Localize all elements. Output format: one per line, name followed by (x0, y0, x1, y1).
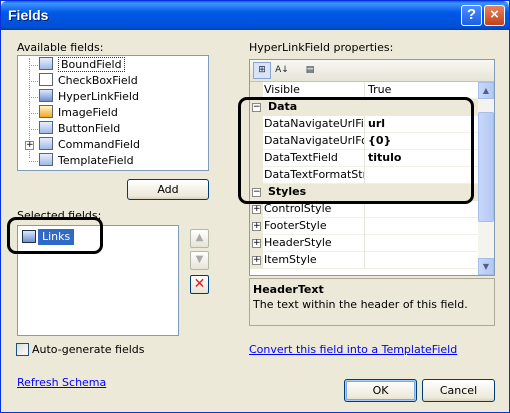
categorized-icon[interactable]: ⊞ (253, 62, 271, 79)
properties-label: HyperLinkField properties: (249, 41, 394, 54)
tree-guide-line (29, 161, 38, 162)
tree-guide-line (29, 129, 38, 130)
move-up-button[interactable]: ▲ (190, 229, 209, 248)
property-name: HeaderStyle (264, 236, 332, 249)
tree-item-templatefield[interactable]: TemplateField (39, 153, 134, 169)
tree-item-commandfield[interactable]: CommandField (39, 137, 140, 153)
property-row-footerstyle[interactable]: + FooterStyle (250, 218, 478, 235)
tree-guide-line (29, 113, 38, 114)
available-fields-tree[interactable]: BoundField CheckBoxField HyperLinkField … (17, 55, 209, 171)
cancel-button[interactable]: Cancel (422, 379, 495, 402)
property-grid-scrollbar[interactable]: ▲ ▼ (478, 82, 494, 275)
tree-guide-line (29, 65, 38, 66)
highlight-annotation (238, 97, 474, 204)
tree-item-checkboxfield[interactable]: CheckBoxField (39, 73, 138, 89)
description-text: The text within the header of this field… (253, 298, 468, 311)
ok-button[interactable]: OK (344, 379, 417, 402)
property-pages-icon[interactable]: ▤ (301, 62, 319, 79)
command-field-icon (39, 137, 53, 150)
expand-plus-icon[interactable]: + (252, 239, 261, 248)
expand-plus-icon[interactable]: + (252, 256, 261, 265)
scroll-thumb[interactable] (478, 112, 494, 222)
bound-field-icon (39, 57, 53, 70)
property-row-headerstyle[interactable]: + HeaderStyle (250, 235, 478, 252)
alphabetical-icon[interactable]: A↓ (273, 62, 291, 79)
delete-button[interactable]: ✕ (190, 275, 209, 294)
property-description-panel: HeaderText The text within the header of… (249, 278, 495, 326)
property-name: Visible (264, 83, 300, 96)
tree-item-imagefield[interactable]: ImageField (39, 105, 118, 121)
refresh-schema-link[interactable]: Refresh Schema (17, 376, 106, 389)
tree-item-hyperlinkfield[interactable]: HyperLinkField (39, 89, 139, 105)
property-name: ItemStyle (264, 253, 317, 266)
column-divider (364, 252, 365, 269)
convert-template-link[interactable]: Convert this field into a TemplateField (249, 343, 457, 356)
property-row-itemstyle[interactable]: + ItemStyle (250, 252, 478, 269)
move-down-button[interactable]: ▼ (190, 251, 209, 270)
tree-guide-line (29, 81, 38, 82)
scroll-down-icon[interactable]: ▼ (478, 258, 494, 275)
title-bar[interactable]: Fields ? × (1, 1, 509, 30)
expand-plus-icon[interactable]: + (25, 141, 34, 150)
available-fields-label: Available fields: (17, 41, 104, 54)
highlight-annotation (7, 217, 103, 254)
dialog-title: Fields (8, 7, 49, 23)
image-field-icon (39, 105, 53, 118)
help-button[interactable]: ? (461, 5, 482, 26)
tree-guide-line (29, 97, 38, 98)
description-title: HeaderText (253, 283, 324, 296)
tree-item-boundfield[interactable]: BoundField (39, 57, 125, 73)
property-grid-toolbar: ⊞ A↓ ▤ (250, 60, 494, 82)
property-name: FooterStyle (264, 219, 327, 232)
checkbox-field-icon (39, 73, 53, 86)
column-divider (364, 218, 365, 235)
expand-plus-icon[interactable]: + (252, 205, 261, 214)
fields-dialog: Fields ? × Available fields: BoundField … (0, 0, 510, 413)
hyperlink-field-icon (39, 89, 53, 102)
template-field-icon (39, 153, 53, 166)
close-button[interactable]: × (484, 5, 505, 26)
autogenerate-checkbox[interactable] (16, 343, 29, 356)
autogenerate-label[interactable]: Auto-generate fields (32, 343, 145, 356)
column-divider (364, 235, 365, 252)
expand-plus-icon[interactable]: + (252, 222, 261, 231)
tree-item-buttonfield[interactable]: ButtonField (39, 121, 120, 137)
button-field-icon (39, 121, 53, 134)
scroll-up-icon[interactable]: ▲ (478, 82, 494, 99)
property-value[interactable]: True (368, 83, 391, 96)
add-button[interactable]: Add (127, 179, 209, 200)
